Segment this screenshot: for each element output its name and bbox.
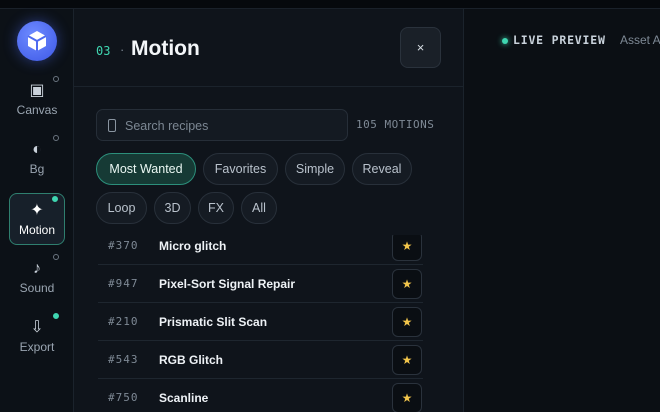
status-dot	[52, 196, 58, 202]
search-box[interactable]	[96, 109, 348, 141]
top-strip	[0, 0, 660, 9]
rail-item-motion[interactable]: ✦ Motion	[9, 193, 65, 245]
panel-header: 03 · Motion ×	[74, 9, 464, 87]
motion-panel: 03 · Motion × 105 MOTIONS Most Wanted Fa…	[74, 9, 464, 412]
motion-count: 105 MOTIONS	[356, 118, 435, 131]
canvas-icon: ▣	[29, 82, 45, 99]
recipe-name: Micro glitch	[159, 239, 227, 253]
list-item[interactable]: #543 RGB Glitch ★	[98, 341, 423, 379]
live-preview-pane: LIVE PREVIEW Asset A	[464, 9, 660, 412]
status-dot	[53, 254, 59, 260]
half-circle-icon: ◐	[32, 141, 42, 158]
star-icon[interactable]: ★	[392, 235, 422, 261]
recipe-name: RGB Glitch	[159, 353, 224, 367]
rail-item-label: Sound	[19, 281, 55, 295]
status-dot	[53, 135, 59, 141]
recipe-id: #210	[108, 315, 139, 328]
list-item[interactable]: #370 Micro glitch ★	[98, 235, 423, 265]
chip-all[interactable]: All	[241, 192, 277, 224]
search-icon	[108, 119, 116, 132]
download-icon: ⇩	[30, 319, 44, 336]
recipe-name: Pixel-Sort Signal Repair	[159, 277, 296, 291]
chip-fx[interactable]: FX	[198, 192, 234, 224]
star-icon[interactable]: ★	[392, 269, 422, 299]
rail-item-export[interactable]: ⇩ Export	[9, 311, 65, 363]
chip-simple[interactable]: Simple	[285, 153, 345, 185]
chip-loop[interactable]: Loop	[96, 192, 147, 224]
app-logo[interactable]	[17, 21, 57, 61]
step-number: 03	[96, 44, 111, 58]
list-item[interactable]: #750 Scanline ★	[98, 379, 423, 412]
rail-item-label: Export	[19, 340, 55, 354]
status-dot	[53, 76, 59, 82]
star-icon[interactable]: ★	[392, 345, 422, 375]
recipe-list: #370 Micro glitch ★ #947 Pixel-Sort Sign…	[98, 235, 423, 412]
live-indicator-dot	[502, 38, 508, 44]
recipe-id: #543	[108, 353, 139, 366]
star-icon[interactable]: ★	[392, 383, 422, 412]
rail-item-sound[interactable]: ♪ Sound	[9, 252, 65, 304]
logo-cube-icon	[27, 31, 47, 51]
rail-item-label: Motion	[18, 223, 56, 237]
chip-3d[interactable]: 3D	[154, 192, 191, 224]
recipe-name: Prismatic Slit Scan	[159, 315, 268, 329]
list-item[interactable]: #210 Prismatic Slit Scan ★	[98, 303, 423, 341]
rail-item-label: Bg	[29, 162, 45, 176]
step-separator: ·	[120, 42, 125, 57]
search-input[interactable]	[125, 116, 340, 136]
list-item[interactable]: #947 Pixel-Sort Signal Repair ★	[98, 265, 423, 303]
close-button[interactable]: ×	[400, 27, 441, 68]
asset-label: Asset A	[620, 33, 660, 47]
chip-reveal[interactable]: Reveal	[352, 153, 412, 185]
status-dot	[53, 313, 59, 319]
live-preview-label: LIVE PREVIEW	[513, 33, 606, 47]
sparkle-icon: ✦	[30, 202, 44, 219]
left-rail: ▣ Canvas ◐ Bg ✦ Motion ♪ Sound ⇩ Export	[0, 9, 74, 412]
recipe-id: #750	[108, 391, 139, 404]
rail-item-canvas[interactable]: ▣ Canvas	[9, 74, 65, 126]
star-icon[interactable]: ★	[392, 307, 422, 337]
recipe-id: #947	[108, 277, 139, 290]
rail-item-label: Canvas	[16, 103, 58, 117]
panel-title: Motion	[131, 37, 200, 60]
rail-item-bg[interactable]: ◐ Bg	[9, 133, 65, 185]
music-note-icon: ♪	[33, 260, 41, 277]
recipe-name: Scanline	[159, 391, 209, 405]
chip-most-wanted[interactable]: Most Wanted	[96, 153, 196, 185]
chip-favorites[interactable]: Favorites	[203, 153, 278, 185]
recipe-id: #370	[108, 239, 139, 252]
